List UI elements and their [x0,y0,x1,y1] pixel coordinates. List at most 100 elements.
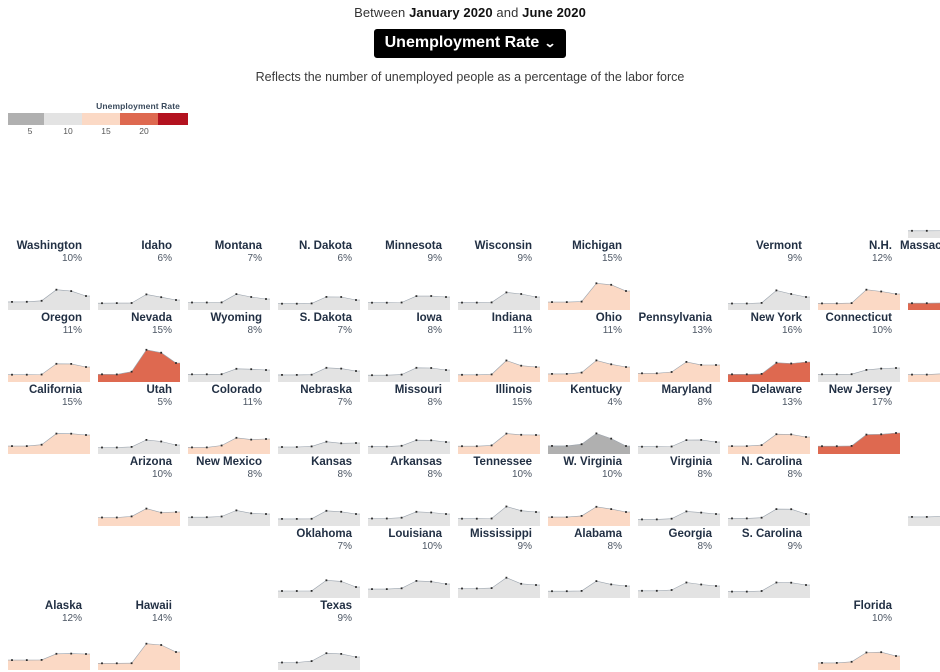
state-cell[interactable]: Washington 10% [0,240,90,312]
sparkline-point [415,366,418,369]
state-cell[interactable]: Arkansas 8% [360,456,450,528]
state-cell[interactable]: Louisiana 10% [360,528,450,600]
sparkline-point [55,288,58,291]
sparkline-point [580,300,583,303]
state-sparkline [638,361,720,382]
state-cell[interactable]: Texas 9% [270,600,360,672]
state-sparkline [908,302,940,310]
state-cell[interactable]: Michigan 15% [540,240,630,312]
sparkline-container [458,270,540,310]
state-cell[interactable]: Delaware 13% [720,384,810,456]
sparkline-point [520,293,523,295]
state-cell[interactable]: W. Virginia 10% [540,456,630,528]
state-value: 8% [697,469,712,480]
sparkline-point [565,301,568,303]
sparkline-point [700,439,703,441]
state-cell[interactable]: Wisconsin 9% [450,240,540,312]
state-cell[interactable]: Mississippi 9% [450,528,540,600]
state-cell[interactable]: Nevada 15% [90,312,180,384]
sparkline-point [85,295,87,297]
state-sparkline [908,516,940,526]
state-cell[interactable]: Oregon 11% [0,312,90,384]
state-cell[interactable]: Indiana 11% [450,312,540,384]
state-name: Michigan [572,240,622,252]
sparkline-point [415,439,418,442]
sparkline-point [925,373,928,376]
state-cell[interactable]: Idaho 6% [90,240,180,312]
state-cell[interactable]: Georgia 8% [630,528,720,600]
sparkline-point [70,363,73,365]
sparkline-point [835,302,838,305]
state-cell[interactable]: New Mexico 8% [180,456,270,528]
state-cell[interactable]: Tennessee 10% [450,456,540,528]
state-cell[interactable]: Alaska 12% [0,600,90,672]
state-cell[interactable]: New Jersey 17% [810,384,900,456]
sparkline-container [8,414,90,454]
state-cell[interactable]: Maryland 8% [630,384,720,456]
state-cell[interactable]: Iowa 8% [360,312,450,384]
state-cell[interactable]: New York 16% [720,312,810,384]
state-value: 10% [871,613,892,624]
state-cell[interactable]: Oklahoma 7% [270,528,360,600]
sparkline-point [101,662,103,665]
legend-ticks: 5 10 15 20 [8,125,188,137]
sparkline-point [101,373,103,376]
sparkline-area [728,434,810,454]
sparkline-area [728,582,810,598]
state-cell[interactable]: N. Dakota 6% [270,240,360,312]
state-cell[interactable]: Florida 10% [810,600,900,672]
sparkline-point [880,367,883,370]
metric-dropdown[interactable]: Unemployment Rate ⌄ [373,29,567,58]
state-cell[interactable]: Hawaii 14% [90,600,180,672]
sparkline-point [355,370,357,372]
state-cell[interactable]: Virginia 8% [630,456,720,528]
state-sparkline [278,440,360,454]
state-value: 15% [601,253,622,264]
state-cell[interactable]: Nebraska 7% [270,384,360,456]
state-name: Colorado [211,384,262,396]
state-cell[interactable]: Colorado 11% [180,384,270,456]
sparkline-point [731,302,733,305]
state-cell[interactable]: Missouri 8% [360,384,450,456]
state-cell[interactable]: S. Carolina 9% [720,528,810,600]
state-cell[interactable]: Vermont 9% [720,240,810,312]
sparkline-point [760,302,763,304]
sparkline-point [745,517,748,520]
state-cell[interactable]: Kansas 8% [270,456,360,528]
state-cell[interactable]: R.I.12% [900,312,940,384]
state-cell[interactable]: Connecticut 10% [810,312,900,384]
sparkline-point [281,446,283,448]
state-cell[interactable]: Ohio 11% [540,312,630,384]
legend-title: Unemployment Rate [96,101,180,111]
state-value: 8% [427,397,442,408]
sparkline-point [295,518,298,520]
state-cell[interactable]: Kentucky 4% [540,384,630,456]
state-cell[interactable]: S. Dakota 7% [270,312,360,384]
state-cell[interactable]: Illinois 15% [450,384,540,456]
state-cell[interactable]: Minnesota 9% [360,240,450,312]
state-cell[interactable]: Pennsylvania 13% [630,312,720,384]
state-sparkline [908,229,940,238]
state-cell[interactable]: D.C.9% [900,456,940,528]
state-cell[interactable]: Utah 5% [90,384,180,456]
sparkline-point [250,438,253,441]
sparkline-area [818,433,900,454]
state-cell[interactable]: Maine7% [900,168,940,240]
sparkline-point [205,516,208,519]
state-cell[interactable]: Arizona 10% [90,456,180,528]
state-cell[interactable]: Massachusetts17% [900,240,940,312]
sparkline-point [265,298,267,300]
sparkline-point [850,302,853,304]
state-cell[interactable]: N.H. 12% [810,240,900,312]
state-cell[interactable]: Montana 7% [180,240,270,312]
state-cell[interactable]: N. Carolina 8% [720,456,810,528]
state-cell[interactable]: California 15% [0,384,90,456]
sparkline-point [760,516,763,519]
sparkline-container [368,342,450,382]
state-sparkline [458,576,540,598]
state-cell[interactable]: Alabama 8% [540,528,630,600]
sparkline-point [145,642,148,645]
state-cell[interactable]: Wyoming 8% [180,312,270,384]
state-name: Iowa [416,312,442,324]
state-sparkline [8,362,90,382]
